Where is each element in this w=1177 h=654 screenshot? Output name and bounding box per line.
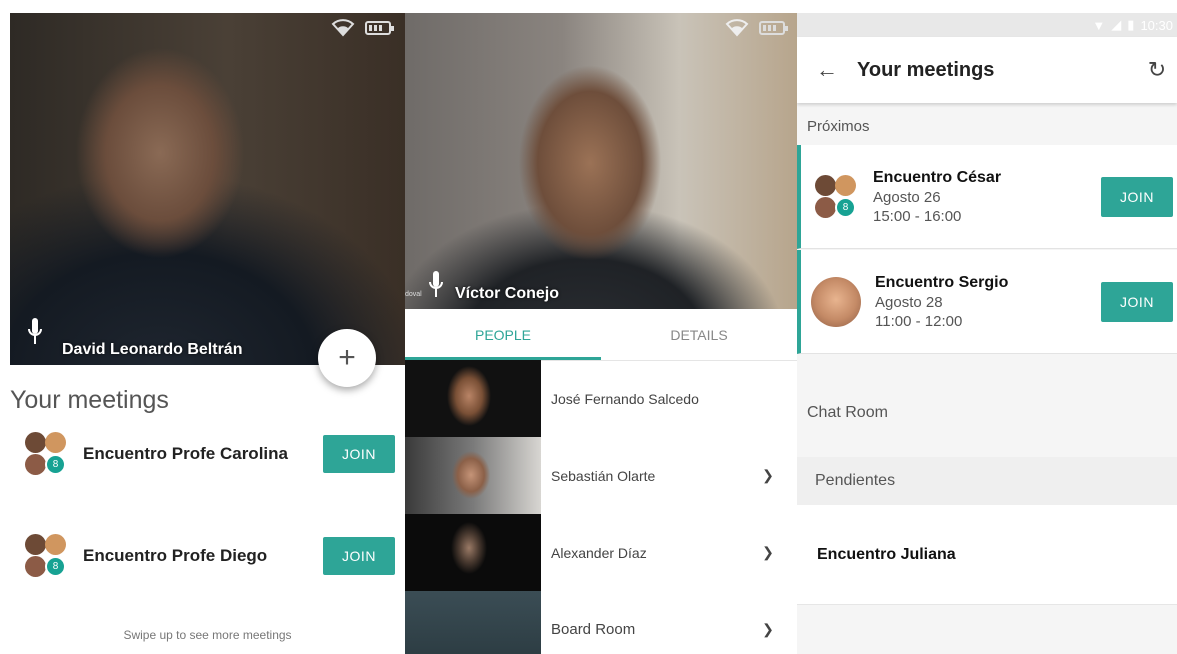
page-title: Your meetings xyxy=(10,386,169,414)
pending-label: Pendientes xyxy=(815,472,896,489)
pending-meeting-row[interactable]: Encuentro Juliana xyxy=(797,505,1177,605)
meeting-info: Encuentro Sergio Agosto 28 11:00 - 12:00 xyxy=(875,274,1101,330)
battery-icon xyxy=(365,21,394,35)
wifi-icon xyxy=(331,19,355,37)
status-icons xyxy=(725,19,788,37)
meetings-home-panel: David Leonardo Beltrán + Your meetings 8… xyxy=(10,13,405,654)
meeting-row-carolina[interactable]: 8 Encuentro Profe Carolina JOIN xyxy=(25,431,395,477)
participant-name: Víctor Conejo xyxy=(455,285,560,302)
meeting-name: Encuentro Juliana xyxy=(817,545,956,563)
meeting-name: Encuentro Sergio xyxy=(875,273,1009,291)
refresh-icon[interactable]: ↻ xyxy=(1137,57,1177,83)
avatar-count-badge: 8 xyxy=(45,454,66,475)
avatar-count-badge: 8 xyxy=(45,556,66,577)
plus-icon: + xyxy=(338,341,356,374)
signal-icon: ◢ xyxy=(1111,17,1122,32)
participant-name: David Leonardo Beltrán xyxy=(62,341,243,358)
join-button[interactable]: JOIN xyxy=(1101,176,1173,217)
avatar xyxy=(45,534,66,555)
chevron-down-icon[interactable]: ❯ xyxy=(753,467,783,484)
avatar xyxy=(25,556,46,577)
avatar-group: 8 xyxy=(815,174,859,219)
meeting-card-sergio[interactable]: Encuentro Sergio Agosto 28 11:00 - 12:00… xyxy=(797,250,1177,354)
meeting-name: Encuentro César xyxy=(873,168,1002,186)
meeting-card-cesar[interactable]: 8 Encuentro César Agosto 26 15:00 - 16:0… xyxy=(797,145,1177,249)
meeting-info: Encuentro César Agosto 26 15:00 - 16:00 xyxy=(873,169,1101,225)
microphone-icon xyxy=(28,318,42,344)
arrow-back-icon[interactable]: ← xyxy=(797,57,857,83)
status-bar: ▼ ◢ ▮ 10:30 xyxy=(797,13,1177,37)
chevron-down-icon[interactable]: ❯ xyxy=(753,621,783,638)
avatar-group: 8 xyxy=(25,432,69,476)
meeting-date: Agosto 28 xyxy=(875,293,943,311)
chat-room-label: Chat Room xyxy=(807,404,888,421)
swipe-hint: Swipe up to see more meetings xyxy=(123,628,292,642)
meeting-name: Encuentro Profe Diego xyxy=(83,546,268,565)
battery-icon xyxy=(759,21,788,35)
meeting-time: 11:00 - 12:00 xyxy=(875,312,963,330)
tab-details[interactable]: DETAILS xyxy=(601,309,797,360)
page-title: Your meetings xyxy=(857,58,995,81)
meeting-time: 15:00 - 16:00 xyxy=(873,207,962,225)
wifi-icon: ▼ xyxy=(1092,17,1106,33)
avatar-count-badge: 8 xyxy=(835,196,856,218)
participant-video[interactable]: doval Víctor Conejo xyxy=(405,13,797,309)
battery-icon: ▮ xyxy=(1127,17,1135,32)
avatar xyxy=(25,432,46,453)
status-time: 10:30 xyxy=(1140,17,1173,33)
people-list-item[interactable]: José Fernando Salcedo xyxy=(405,360,797,437)
avatar xyxy=(45,432,66,453)
add-meeting-button[interactable]: + xyxy=(318,329,376,387)
people-list-item[interactable]: Alexander Díaz ❯ xyxy=(405,514,797,591)
people-list-item[interactable]: Sebastián Olarte ❯ xyxy=(405,437,797,514)
avatar xyxy=(815,196,836,218)
meeting-date: Agosto 26 xyxy=(873,188,941,206)
participant-name: José Fernando Salcedo xyxy=(551,390,699,407)
meeting-name: Encuentro Profe Carolina xyxy=(83,444,288,463)
participant-thumbnail xyxy=(405,591,541,654)
avatar xyxy=(25,534,46,555)
participant-video[interactable]: David Leonardo Beltrán xyxy=(10,13,405,365)
avatar-group: 8 xyxy=(25,534,69,578)
meeting-row-diego[interactable]: 8 Encuentro Profe Diego JOIN xyxy=(25,533,395,579)
section-header-upcoming: Próximos xyxy=(807,118,870,135)
tab-people[interactable]: PEOPLE xyxy=(405,309,601,360)
avatar xyxy=(25,454,46,475)
participant-name: Alexander Díaz xyxy=(551,544,647,561)
avatar xyxy=(815,174,836,196)
section-header-pending: Pendientes xyxy=(797,457,1177,505)
join-button[interactable]: JOIN xyxy=(323,537,395,575)
avatar xyxy=(811,276,861,327)
participant-name: Board Room xyxy=(551,621,636,638)
your-meetings-panel: ▼ ◢ ▮ 10:30 ← Your meetings ↻ Próximos 8… xyxy=(797,13,1177,654)
participant-thumbnail xyxy=(405,514,541,591)
join-button[interactable]: JOIN xyxy=(1101,281,1173,322)
microphone-icon xyxy=(429,271,443,297)
wifi-icon xyxy=(725,19,749,37)
tab-bar: PEOPLE DETAILS xyxy=(405,309,797,361)
participant-name: Sebastián Olarte xyxy=(551,467,656,484)
meeting-call-panel: doval Víctor Conejo PEOPLE DETAILS José … xyxy=(405,13,797,654)
join-button[interactable]: JOIN xyxy=(323,435,395,473)
chevron-down-icon[interactable]: ❯ xyxy=(753,544,783,561)
avatar xyxy=(835,174,856,196)
app-bar: ← Your meetings ↻ xyxy=(797,37,1177,103)
chat-room-row[interactable]: Chat Room xyxy=(797,369,1177,457)
participant-thumbnail xyxy=(405,437,541,514)
status-icons xyxy=(331,19,394,37)
participant-thumbnail xyxy=(405,360,541,437)
people-list-item[interactable]: Board Room ❯ xyxy=(405,591,797,654)
side-label: doval xyxy=(405,291,422,298)
